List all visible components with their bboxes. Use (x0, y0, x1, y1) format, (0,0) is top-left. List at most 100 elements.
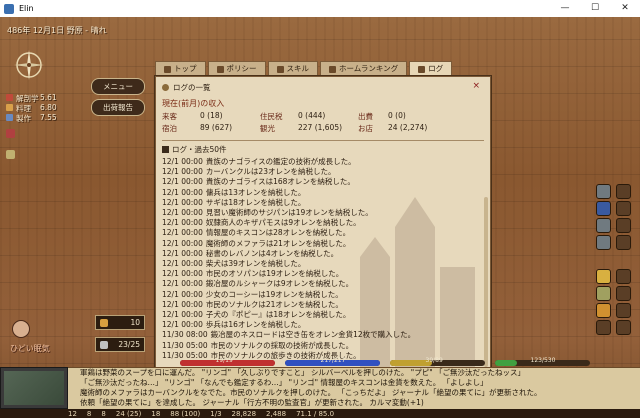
hourglass-icon (100, 319, 108, 327)
maximize-button[interactable]: ☐ (580, 0, 610, 17)
tab-skill[interactable]: スキル (267, 61, 318, 76)
income-title: 現在(前月)の収入 (162, 99, 225, 108)
buff-icon[interactable] (6, 150, 15, 159)
app-icon (4, 3, 14, 14)
tool-icon[interactable] (616, 201, 631, 216)
tool-icon[interactable] (616, 320, 631, 335)
log-item: 11/30 05:00 市民のソナルクの採取の技術が成長した。 (162, 341, 484, 351)
log-time: 12/1 00:00 (162, 197, 203, 207)
log-item: 12/1 00:00 傭兵は13オレンを納税した。 (162, 188, 484, 198)
log-message: 情報屋のキスコンは28オレンを納税した。 (205, 228, 351, 238)
log-message: 見習い魔術師のサジパンは19オレンを納税した。 (205, 208, 373, 218)
log-item: 12/1 00:00 子犬の『ポピー』は18オレンを納税した。 (162, 310, 484, 320)
item-icon[interactable] (596, 303, 611, 318)
log-item: 12/1 00:00 鍛冶屋のルシャークは9オレンを納税した。 (162, 279, 484, 289)
log-message: 秘書のレバノンは4オレンを納税した。 (205, 248, 339, 258)
tab-bar: トップ ポリシー スキル ホームランキング ログ (155, 61, 454, 76)
gauge-label: 217/217 (320, 357, 346, 364)
log-time: 11/30 08:00 (162, 330, 208, 340)
policy-icon (216, 65, 224, 73)
log-item: 12/1 00:00 カーバンクルは23オレンを納税した。 (162, 167, 484, 177)
log-time: 12/1 00:00 (162, 208, 203, 218)
log-item: 11/30 08:00 鍛冶屋のネスロードは空き缶をオレン金貨12枚で購入した。 (162, 330, 484, 340)
status-item: 18 (151, 409, 161, 418)
status-item: 1/3 (210, 409, 222, 418)
tool-icon[interactable] (616, 286, 631, 301)
home-icon (164, 65, 171, 73)
tab-home-ranking[interactable]: ホームランキング (320, 61, 408, 76)
log-item: 12/1 00:00 貴族のナゴライスは168オレンを納税した。 (162, 177, 484, 187)
tool-icon[interactable] (616, 184, 631, 199)
stat-row: 製作 7.55 (6, 113, 57, 124)
sword-icon[interactable] (6, 129, 15, 138)
gauge-track: 217/217 (285, 357, 380, 366)
log-message: 歩兵は16オレンを納税した。 (205, 320, 306, 330)
log-time: 11/30 05:00 (162, 340, 208, 350)
log-message: 市民のソナルクの採取の技術が成長した。 (210, 340, 354, 350)
light-icon[interactable] (596, 269, 611, 284)
menu-button[interactable]: メニュー (91, 78, 145, 95)
log-item: 12/1 00:00 秘書のレバノンは4オレンを納税した。 (162, 249, 484, 259)
log-time: 12/1 00:00 (162, 289, 203, 299)
log-message: 鍛冶屋のルシャークは9オレンを納税した。 (205, 279, 354, 289)
log-item: 12/1 00:00 歩兵は16オレンを納税した。 (162, 320, 484, 330)
tool-icon[interactable] (596, 184, 611, 199)
avatar[interactable] (12, 320, 30, 338)
log-time: 12/1 00:00 (162, 157, 203, 166)
gauge-label: 19/19 (215, 357, 233, 364)
gauge-fill (495, 360, 517, 366)
sword-icon (100, 341, 108, 349)
gauge-track: 123/530 (495, 357, 590, 366)
log-time: 12/1 00:00 (162, 269, 203, 279)
log-message: 少女のコーシーは19オレンを納税した。 (205, 289, 343, 299)
log-list[interactable]: 12/1 00:00 貴族のナゴライスの鑑定の技術が成長した。 12/1 00:00… (162, 157, 484, 361)
window-titlebar: Elin — ☐ ✕ (0, 0, 640, 18)
minimize-button[interactable]: — (550, 0, 580, 17)
log-item: 12/1 00:00 情報屋のキスコンは28オレンを納税した。 (162, 228, 484, 238)
log-time: 12/1 00:00 (162, 299, 203, 309)
panel-title: ログの一覧 (173, 82, 211, 92)
log-time: 12/1 00:00 (162, 238, 203, 248)
status-item: 28,828 (231, 409, 257, 418)
log-item: 12/1 00:00 柴犬は39オレンを納税した。 (162, 259, 484, 269)
scrollbar[interactable] (484, 197, 488, 367)
window-title: Elin (19, 4, 34, 13)
status-item: 24 (25) (115, 409, 142, 418)
status-item: 88 (100) (170, 409, 201, 418)
tab-policy[interactable]: ポリシー (207, 61, 266, 76)
log-time: 12/1 00:00 (162, 167, 203, 177)
log-message: 貴族のナゴライスの鑑定の技術が成長した。 (205, 157, 356, 166)
scroll-icon (162, 83, 169, 91)
close-button[interactable]: ✕ (610, 0, 640, 17)
tool-icon[interactable] (616, 218, 631, 233)
log-item: 12/1 00:00 市民のソナルクは21オレンを納税した。 (162, 300, 484, 310)
tool-icon[interactable] (596, 218, 611, 233)
tool-icon[interactable] (616, 269, 631, 284)
gauge-track: 39/89 (390, 357, 485, 366)
shipping-report-button[interactable]: 出荷報告 (91, 99, 145, 116)
book-blue-icon[interactable] (596, 201, 611, 216)
log-message: 鍛冶屋のネスロードは空き缶をオレン金貨12枚で購入した。 (210, 330, 416, 340)
status-bar: 12 8 8 24 (25) 18 88 (100) 1/3 28,828 2,488 71.1 … (0, 409, 640, 418)
log-message: 柴犬は39オレンを納税した。 (205, 259, 306, 269)
log-message: 奴隷商人のキザパモスは9オレンを納税した。 (205, 218, 361, 228)
ranking-icon (329, 65, 336, 73)
hud-counter-1: 10 (95, 315, 145, 330)
panel-close-button[interactable]: × (472, 81, 480, 91)
tool-icon[interactable] (616, 235, 631, 250)
seed-icon[interactable] (596, 286, 611, 301)
tab-top[interactable]: トップ (155, 61, 206, 76)
log-item: 12/1 00:00 見習い魔術師のサジパンは19オレンを納税した。 (162, 208, 484, 218)
tool-icon[interactable] (596, 235, 611, 250)
skill-anatomy-icon (6, 94, 13, 101)
compass-icon (14, 50, 44, 80)
tool-icon[interactable] (596, 320, 611, 335)
tool-icon[interactable] (616, 303, 631, 318)
message-line: 軍鶏は野菜のスープを口に運んだ。 "リンゴ" 「久しぶりですこと」 シルバーベル… (80, 368, 526, 377)
minimap[interactable] (0, 367, 68, 409)
log-time: 12/1 00:00 (162, 259, 203, 269)
log-time: 12/1 00:00 (162, 177, 203, 187)
log-heading: ログ・過去50件 (162, 144, 484, 155)
log-time: 11/30 05:00 (162, 350, 208, 360)
tab-log[interactable]: ログ (409, 61, 453, 76)
